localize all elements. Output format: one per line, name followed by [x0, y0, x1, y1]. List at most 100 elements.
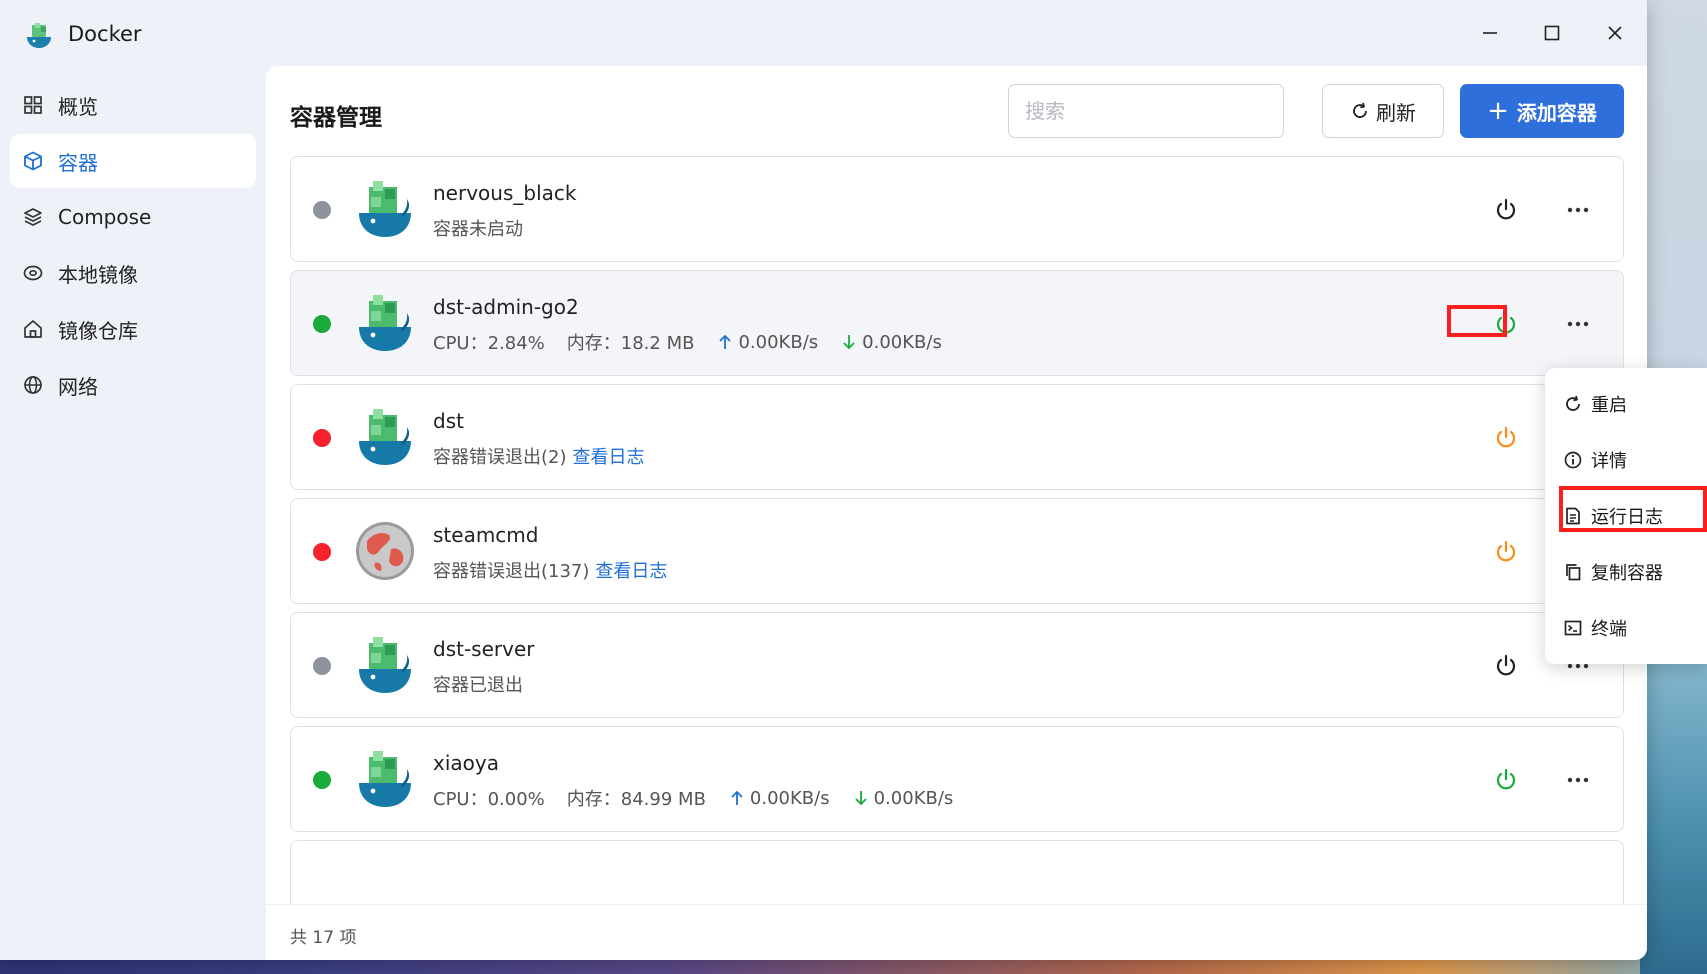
- home-icon: [22, 318, 44, 340]
- steamcmd-globe-icon: [356, 522, 414, 580]
- container-name: steamcmd: [433, 523, 539, 547]
- status-dot: [313, 429, 331, 447]
- view-log-link[interactable]: 查看日志: [573, 443, 645, 469]
- power-icon: [1496, 426, 1516, 448]
- container-card[interactable]: dst-admin-go2 CPU：2.84% 内存：18.2 MB 0.00K…: [290, 270, 1624, 376]
- power-icon: [1496, 768, 1516, 790]
- memory-usage: 内存：84.99 MB: [566, 789, 706, 810]
- sidebar-item-network[interactable]: 网络: [10, 358, 256, 412]
- container-name: dst: [433, 409, 464, 433]
- menu-item-run-log[interactable]: 运行日志: [1563, 496, 1703, 536]
- refresh-icon: [1353, 102, 1367, 118]
- container-card[interactable]: dst-server 容器已退出: [290, 612, 1624, 718]
- power-button[interactable]: [1493, 311, 1519, 337]
- docker-app-logo: [27, 23, 51, 48]
- copy-icon: [1566, 564, 1581, 581]
- cpu-usage: CPU：0.00%: [433, 789, 545, 810]
- menu-item-label: 重启: [1591, 395, 1627, 416]
- main-panel: 容器管理 刷新 + 添加容器: [266, 66, 1647, 960]
- container-status-text: 容器错误退出(137) 查看日志: [433, 557, 667, 583]
- sidebar-item-label: Compose: [58, 205, 152, 229]
- add-container-button[interactable]: + 添加容器: [1460, 84, 1624, 138]
- container-status-text: 容器未启动: [433, 215, 523, 241]
- download-arrow-icon: [852, 789, 870, 807]
- download-arrow-icon: [840, 333, 858, 351]
- menu-item-label: 详情: [1591, 451, 1627, 472]
- container-whale-icon: [359, 181, 411, 237]
- container-name: dst-admin-go2: [433, 295, 579, 319]
- app-title: Docker: [68, 22, 142, 46]
- status-detail: 容器未启动: [433, 219, 523, 240]
- log-file-icon: [1566, 507, 1580, 525]
- page-title: 容器管理: [290, 105, 382, 131]
- power-button[interactable]: [1493, 539, 1519, 565]
- power-button[interactable]: [1493, 425, 1519, 451]
- container-name: xiaoya: [433, 751, 499, 775]
- minimize-icon: [1483, 32, 1497, 34]
- globe-icon: [22, 374, 44, 396]
- disc-icon: [22, 262, 44, 284]
- view-log-link[interactable]: 查看日志: [595, 557, 667, 583]
- more-actions-button[interactable]: [1553, 765, 1603, 795]
- container-status-text: 容器错误退出(2) 查看日志: [433, 443, 645, 469]
- close-button[interactable]: [1592, 14, 1638, 52]
- container-whale-icon: [359, 295, 411, 351]
- sidebar-item-label: 容器: [58, 150, 98, 175]
- sidebar-item-local-images[interactable]: 本地镜像: [10, 246, 256, 300]
- container-list: nervous_black 容器未启动 dst-admin-go2 CPU：2.…: [290, 156, 1624, 916]
- menu-item-copy-container[interactable]: 复制容器: [1563, 552, 1703, 592]
- upload-rate: 0.00KB/s: [738, 331, 819, 353]
- sidebar: 概览 容器 Compose 本地镜像 镜像仓库 网络: [0, 78, 266, 414]
- upload-rate: 0.00KB/s: [749, 787, 830, 809]
- container-card[interactable]: xiaoya CPU：0.00% 内存：84.99 MB 0.00KB/s 0.…: [290, 726, 1624, 832]
- power-icon: [1496, 654, 1516, 676]
- memory-usage: 内存：18.2 MB: [566, 333, 695, 354]
- power-button[interactable]: [1493, 197, 1519, 223]
- container-whale-icon: [359, 751, 411, 807]
- sidebar-item-image-registry[interactable]: 镜像仓库: [10, 302, 256, 356]
- context-menu: 重启 详情 运行日志 复制容器 终端: [1545, 368, 1707, 664]
- status-dot: [313, 657, 331, 675]
- cube-icon: [22, 150, 44, 172]
- container-card[interactable]: dst 容器错误退出(2) 查看日志: [290, 384, 1624, 490]
- more-actions-button[interactable]: [1553, 195, 1603, 225]
- minimize-button[interactable]: [1467, 14, 1513, 52]
- power-button[interactable]: [1493, 767, 1519, 793]
- maximize-icon: [1544, 25, 1560, 41]
- restart-icon: [1566, 395, 1580, 411]
- status-detail: 容器错误退出(2): [433, 447, 567, 468]
- sidebar-item-overview[interactable]: 概览: [10, 78, 256, 132]
- menu-item-details[interactable]: 详情: [1563, 440, 1703, 480]
- upload-arrow-icon: [728, 789, 746, 807]
- sidebar-item-containers[interactable]: 容器: [10, 134, 256, 188]
- download-rate: 0.00KB/s: [873, 787, 954, 809]
- maximize-button[interactable]: [1529, 14, 1575, 52]
- container-name: nervous_black: [433, 181, 577, 205]
- cpu-usage: CPU：2.84%: [433, 333, 545, 354]
- container-whale-icon: [359, 409, 411, 465]
- ellipsis-icon: [1567, 321, 1589, 327]
- sidebar-item-label: 网络: [58, 374, 98, 399]
- more-actions-button[interactable]: [1553, 309, 1603, 339]
- container-card[interactable]: steamcmd 容器错误退出(137) 查看日志: [290, 498, 1624, 604]
- menu-item-label: 终端: [1591, 619, 1627, 640]
- refresh-button[interactable]: 刷新: [1322, 84, 1444, 138]
- container-whale-icon: [359, 637, 411, 693]
- power-button[interactable]: [1493, 653, 1519, 679]
- menu-item-terminal[interactable]: 终端: [1563, 608, 1703, 648]
- close-icon: [1608, 26, 1622, 40]
- menu-item-restart[interactable]: 重启: [1563, 384, 1703, 424]
- search-input[interactable]: [1008, 84, 1284, 138]
- status-dot: [313, 201, 331, 219]
- download-rate: 0.00KB/s: [862, 331, 942, 353]
- sidebar-item-compose[interactable]: Compose: [10, 190, 256, 244]
- add-container-label: 添加容器: [1516, 100, 1597, 125]
- status-dot: [313, 315, 331, 333]
- title-bar: Docker: [0, 0, 1647, 66]
- docker-window: Docker 概览 容器 Compose 本地镜像 镜像仓库 网络 容器管理 搜…: [0, 0, 1647, 960]
- power-icon: [1496, 312, 1516, 334]
- container-card[interactable]: nervous_black 容器未启动: [290, 156, 1624, 262]
- sidebar-item-label: 概览: [58, 94, 98, 119]
- sidebar-item-label: 本地镜像: [58, 262, 138, 287]
- container-stats: CPU：0.00% 内存：84.99 MB 0.00KB/s 0.00KB/s: [433, 785, 953, 811]
